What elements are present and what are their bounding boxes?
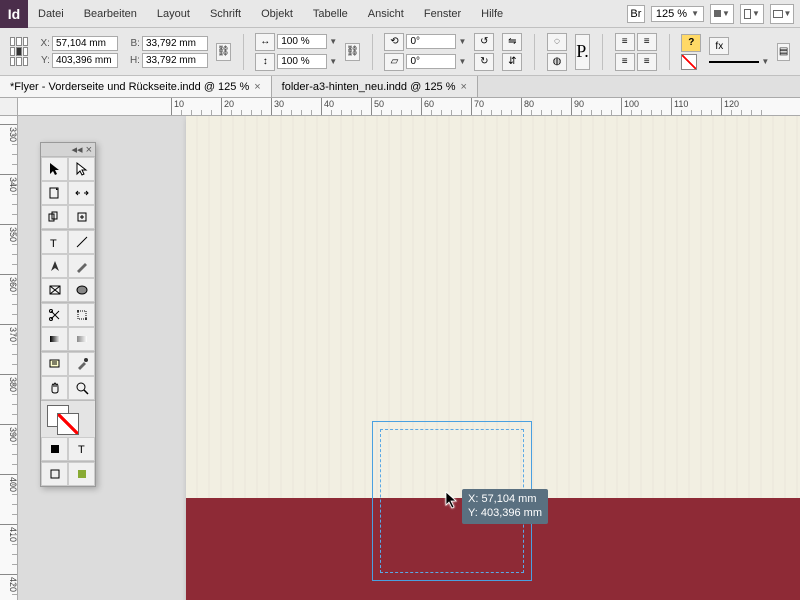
- hand-tool[interactable]: [41, 376, 68, 400]
- align-icon-1[interactable]: ≡: [615, 33, 635, 51]
- menu-fenster[interactable]: Fenster: [414, 0, 471, 28]
- flip-h-icon[interactable]: ⇋: [502, 33, 522, 51]
- close-icon[interactable]: ×: [254, 81, 260, 93]
- gradient-swatch-tool[interactable]: [41, 327, 68, 351]
- page-tool[interactable]: [41, 181, 68, 205]
- content-placer-tool[interactable]: [68, 205, 95, 229]
- effects-icon[interactable]: fx: [709, 37, 729, 55]
- menu-hilfe[interactable]: Hilfe: [471, 0, 513, 28]
- y-input[interactable]: [52, 53, 118, 68]
- menu-datei[interactable]: Datei: [28, 0, 74, 28]
- close-icon[interactable]: ×: [86, 144, 92, 156]
- rotate-ccw-icon[interactable]: ↺: [474, 33, 494, 51]
- rotate-input[interactable]: [406, 34, 456, 49]
- menu-schrift[interactable]: Schrift: [200, 0, 251, 28]
- content-collector-tool[interactable]: [41, 205, 68, 229]
- apply-text-icon[interactable]: T: [68, 437, 95, 461]
- x-input[interactable]: [52, 36, 118, 51]
- toolbox-header[interactable]: ◂◂×: [41, 143, 95, 157]
- menu-bearbeiten[interactable]: Bearbeiten: [74, 0, 147, 28]
- vertical-ruler[interactable]: 330340350360370380390400410420430: [0, 116, 18, 600]
- menu-objekt[interactable]: Objekt: [251, 0, 303, 28]
- close-icon[interactable]: ×: [461, 81, 467, 93]
- w-input[interactable]: [142, 36, 208, 51]
- panel-menu-icon[interactable]: ▤: [777, 43, 790, 61]
- ruler-origin[interactable]: [0, 98, 18, 116]
- fill-none-icon[interactable]: [681, 54, 697, 70]
- arrange-button[interactable]: ▼: [740, 4, 764, 24]
- x-label: X:: [36, 38, 50, 49]
- scale-x-input[interactable]: [277, 34, 327, 49]
- scale-x-icon: ↔: [255, 33, 275, 51]
- gradient-feather-tool[interactable]: [68, 327, 95, 351]
- menu-layout[interactable]: Layout: [147, 0, 200, 28]
- constrain-wh-icon[interactable]: ⛓: [216, 43, 231, 61]
- flip-v-icon[interactable]: ⇵: [502, 53, 522, 71]
- apply-color-icon[interactable]: [41, 437, 68, 461]
- constrain-scale-icon[interactable]: ⛓: [345, 43, 360, 61]
- eyedropper-tool[interactable]: [68, 352, 95, 376]
- canvas[interactable]: X: 57,104 mm Y: 403,396 mm ◂◂× T: [18, 116, 800, 600]
- normal-view-icon[interactable]: [41, 462, 68, 486]
- stroke-preview[interactable]: [709, 61, 759, 63]
- rotate-icon: ⟲: [384, 33, 404, 51]
- shear-icon: ▱: [384, 53, 404, 71]
- tab-flyer[interactable]: *Flyer - Vorderseite und Rückseite.indd …: [0, 76, 272, 97]
- menu-ansicht[interactable]: Ansicht: [358, 0, 414, 28]
- h-input[interactable]: [142, 53, 208, 68]
- svg-text:T: T: [78, 444, 85, 456]
- screen-mode-button[interactable]: ▼: [710, 4, 734, 24]
- zoom-tool[interactable]: [68, 376, 95, 400]
- ellipse-tool[interactable]: [68, 278, 95, 302]
- align-icon-2[interactable]: ≡: [637, 33, 657, 51]
- shear-input[interactable]: [406, 54, 456, 69]
- select-container-icon[interactable]: ◌: [547, 33, 567, 51]
- zoom-level[interactable]: 125 %▼: [651, 6, 704, 22]
- bridge-button[interactable]: Br: [627, 5, 645, 23]
- pen-tool[interactable]: [41, 254, 68, 278]
- gap-tool[interactable]: [68, 181, 95, 205]
- free-transform-tool[interactable]: [68, 303, 95, 327]
- scissors-tool[interactable]: [41, 303, 68, 327]
- app-icon: Id: [0, 0, 28, 28]
- scale-y-icon: ↕: [255, 53, 275, 71]
- reference-point[interactable]: [10, 37, 28, 67]
- scale-y-input[interactable]: [277, 54, 327, 69]
- pencil-tool[interactable]: [68, 254, 95, 278]
- chevron-down-icon: ▼: [691, 9, 699, 18]
- position-tooltip: X: 57,104 mm Y: 403,396 mm: [462, 489, 548, 524]
- direct-selection-tool[interactable]: [68, 157, 95, 181]
- fill-stroke-swatch[interactable]: [41, 401, 95, 437]
- help-icon[interactable]: ?: [681, 34, 701, 52]
- note-tool[interactable]: [41, 352, 68, 376]
- h-label: H:: [126, 55, 140, 66]
- workspace-button[interactable]: ▼: [770, 4, 794, 24]
- w-label: B:: [126, 38, 140, 49]
- menu-tabelle[interactable]: Tabelle: [303, 0, 358, 28]
- y-label: Y:: [36, 55, 50, 66]
- paragraph-style-icon[interactable]: P.: [575, 34, 590, 70]
- type-tool[interactable]: T: [41, 230, 68, 254]
- rectangle-frame-tool[interactable]: [41, 278, 68, 302]
- rotate-cw-icon[interactable]: ↻: [474, 53, 494, 71]
- selection-tool[interactable]: [41, 157, 68, 181]
- line-tool[interactable]: [68, 230, 95, 254]
- select-content-icon[interactable]: ◍: [547, 53, 567, 71]
- stroke-swatch[interactable]: [57, 413, 79, 435]
- toolbox[interactable]: ◂◂× T: [40, 142, 96, 487]
- tab-folder[interactable]: folder-a3-hinten_neu.indd @ 125 %×: [272, 76, 478, 97]
- preview-view-icon[interactable]: [68, 462, 95, 486]
- horizontal-ruler[interactable]: 102030405060708090100110120: [18, 98, 800, 116]
- svg-text:T: T: [50, 238, 57, 249]
- align-icon-4[interactable]: ≡: [637, 53, 657, 71]
- align-icon-3[interactable]: ≡: [615, 53, 635, 71]
